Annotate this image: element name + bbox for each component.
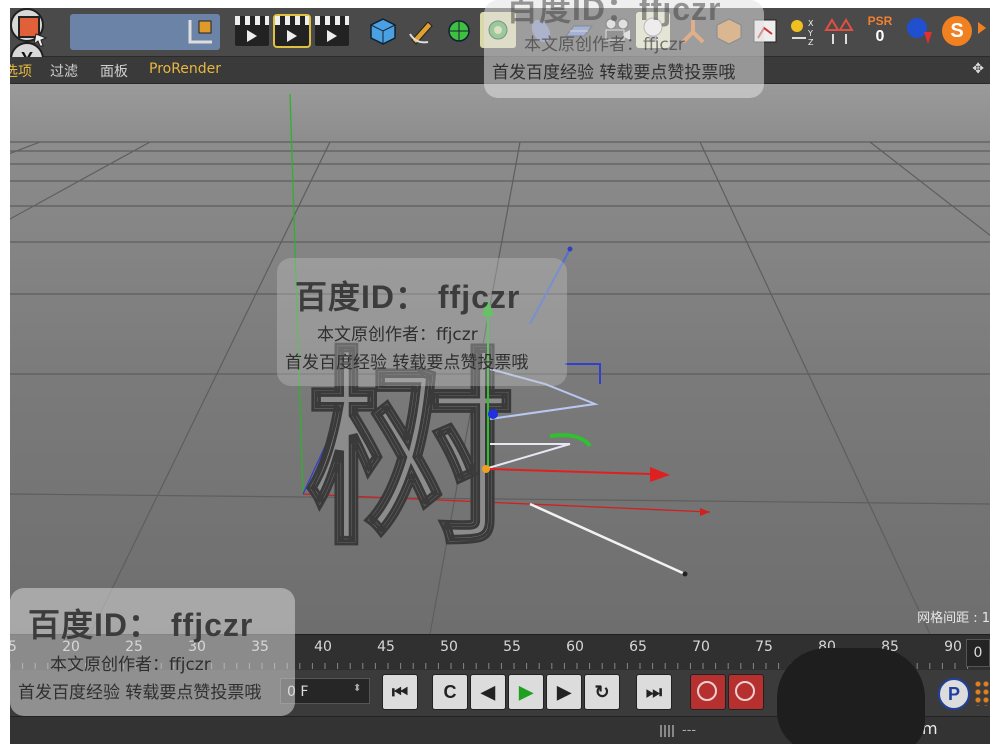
- watermark-center-notice: 首发百度经验 转载要点赞投票哦: [285, 353, 529, 373]
- toolbar-overflow-arrow-icon[interactable]: [978, 22, 986, 34]
- live-selection-icon[interactable]: [16, 14, 50, 48]
- s-plugin-icon[interactable]: S: [942, 16, 972, 46]
- status-grip-icon: [660, 725, 674, 737]
- snap-warning-icon[interactable]: [824, 16, 854, 46]
- watermark-center-id: 百度ID： ffjczr: [295, 279, 521, 315]
- psr-label: PSR: [867, 14, 893, 28]
- status-text: ---: [682, 723, 697, 738]
- previous-key-button[interactable]: C: [432, 674, 468, 710]
- watermark-center-author: 本文原创作者：ffjczr: [317, 325, 478, 345]
- go-to-end-button[interactable]: ⏭: [636, 674, 672, 710]
- redaction-blob: [777, 648, 925, 744]
- grid-spacing-label: 网格间距 : 1: [917, 611, 990, 626]
- svg-text:Z: Z: [808, 38, 814, 46]
- psr-value[interactable]: 0: [862, 28, 898, 46]
- svg-text:X: X: [808, 19, 814, 28]
- next-frame-button[interactable]: ▶: [546, 674, 582, 710]
- go-to-start-button[interactable]: ⏮: [382, 674, 418, 710]
- object-z-handle[interactable]: [488, 409, 498, 419]
- autokey-button[interactable]: [728, 674, 764, 710]
- next-key-button[interactable]: ↻: [584, 674, 620, 710]
- material-sphere-icon[interactable]: [904, 16, 934, 46]
- coordinate-system-icon[interactable]: [186, 16, 216, 46]
- menu-prorender[interactable]: ProRender: [149, 61, 221, 77]
- viewport-navigate-icon[interactable]: ✥: [972, 61, 984, 77]
- object-x-arrow-icon[interactable]: [650, 467, 670, 482]
- watermark-bottom-author: 本文原创作者：ffjczr: [50, 655, 211, 675]
- key-dots-icon[interactable]: [974, 680, 990, 706]
- watermark-bottom: 百度ID： ffjczr 本文原创作者：ffjczr 首发百度经验 转载要点赞投…: [10, 588, 295, 716]
- watermark-top-id: 百度ID：ffjczr: [506, 0, 722, 27]
- menu-options[interactable]: 选项: [10, 61, 32, 81]
- svg-text:Y: Y: [807, 29, 813, 38]
- menu-filter[interactable]: 过滤: [50, 61, 78, 81]
- frame-field-stepper-icon[interactable]: ⬍: [353, 683, 361, 694]
- subdivision-surface-icon[interactable]: [444, 16, 474, 46]
- watermark-top-author: 本文原创作者：ffjczr: [524, 35, 685, 55]
- record-icon: [697, 681, 717, 701]
- previous-frame-button[interactable]: ◀: [470, 674, 506, 710]
- watermark-bottom-id: 百度ID： ffjczr: [28, 607, 254, 643]
- play-button[interactable]: ▶: [508, 674, 544, 710]
- current-frame-box[interactable]: 0: [966, 639, 990, 667]
- pen-spline-icon[interactable]: [406, 16, 436, 46]
- record-keys-button[interactable]: [690, 674, 726, 710]
- watermark-bottom-notice: 首发百度经验 转载要点赞投票哦: [18, 683, 262, 703]
- autokey-icon: [735, 681, 755, 701]
- watermark-center: 百度ID： ffjczr 本文原创作者：ffjczr 首发百度经验 转载要点赞投…: [277, 258, 567, 386]
- param-key-button[interactable]: P: [938, 678, 970, 710]
- watermark-top: 百度ID：ffjczr 本文原创作者：ffjczr 首发百度经验 转载要点赞投票…: [484, 0, 764, 98]
- render-picture-viewer-icon[interactable]: [273, 14, 311, 48]
- world-x-arrow-icon: [700, 508, 710, 516]
- object-origin-handle[interactable]: [482, 465, 490, 473]
- render-settings-icon[interactable]: [315, 16, 349, 46]
- cube-icon[interactable]: [368, 16, 398, 46]
- watermark-top-notice: 首发百度经验 转载要点赞投票哦: [492, 63, 736, 83]
- render-view-icon[interactable]: [235, 16, 269, 46]
- menu-panel[interactable]: 面板: [100, 61, 128, 81]
- axis-snap-icon[interactable]: XYZ: [788, 16, 818, 47]
